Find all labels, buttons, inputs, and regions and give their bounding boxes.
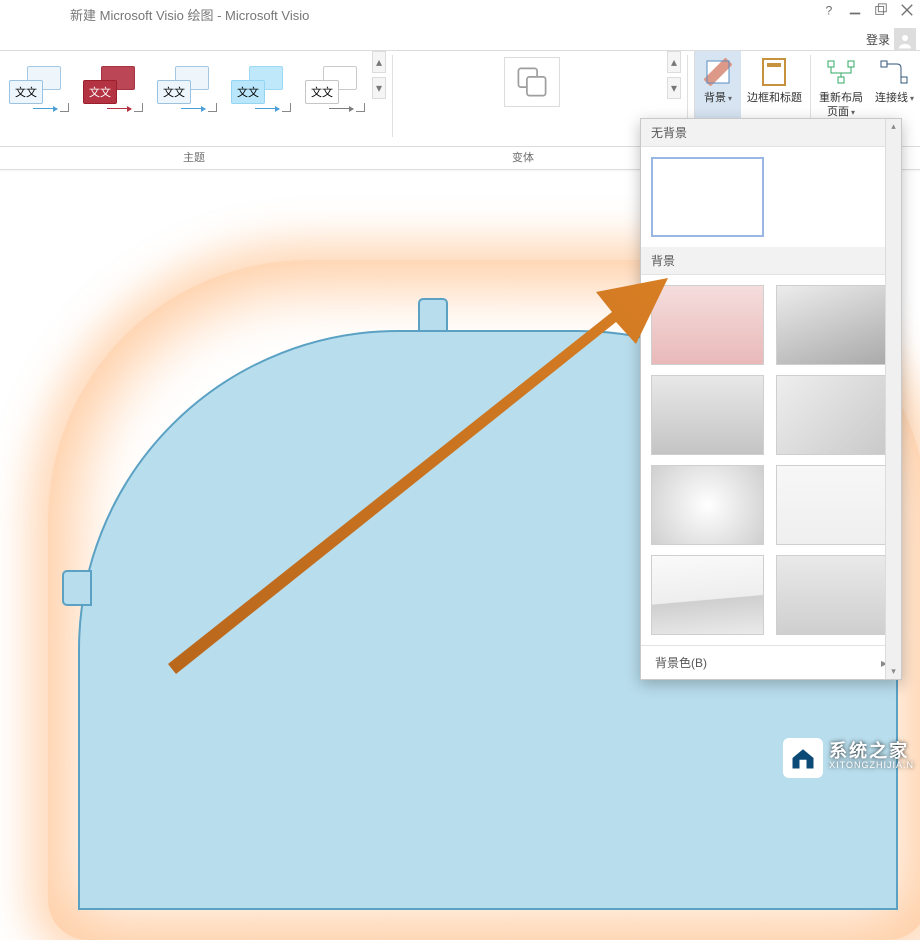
minimize-icon[interactable] bbox=[848, 3, 862, 17]
watermark: 系统之家 XITONGZHIJIA.N bbox=[783, 738, 914, 778]
background-option-5[interactable] bbox=[651, 465, 764, 545]
title-bar: 新建 Microsoft Visio 绘图 - Microsoft Visio … bbox=[0, 0, 920, 28]
help-icon[interactable]: ? bbox=[822, 3, 836, 17]
theme-item-1[interactable]: 文文 bbox=[76, 57, 146, 115]
background-option-2[interactable] bbox=[776, 285, 889, 365]
chevron-up-icon: ▴ bbox=[372, 51, 386, 73]
svg-text:?: ? bbox=[826, 3, 833, 17]
group-label-variants: 变体 bbox=[388, 147, 658, 169]
theme-item-3[interactable]: 文文 bbox=[224, 57, 294, 115]
relayout-icon bbox=[826, 55, 856, 89]
theme-item-0[interactable]: 文文 bbox=[2, 57, 72, 115]
window-title: 新建 Microsoft Visio 绘图 - Microsoft Visio bbox=[70, 5, 309, 24]
chevron-down-icon: ▾ bbox=[667, 77, 681, 99]
background-option-6[interactable] bbox=[776, 465, 889, 545]
background-option-7[interactable] bbox=[651, 555, 764, 635]
group-label-themes: 主题 bbox=[0, 147, 388, 169]
theme-gallery-scroll[interactable]: ▴ ▾ bbox=[372, 51, 386, 99]
chevron-down-icon: ▾ bbox=[372, 77, 386, 99]
avatar-icon bbox=[894, 28, 916, 50]
background-option-8[interactable] bbox=[776, 555, 889, 635]
connectors-icon bbox=[879, 55, 909, 89]
chevron-up-icon: ▴ bbox=[667, 51, 681, 73]
watermark-name: 系统之家 bbox=[829, 744, 914, 758]
theme-item-4[interactable]: 文文 bbox=[298, 57, 368, 115]
panel-scrollbar[interactable]: ▴▾ bbox=[885, 119, 901, 679]
background-option-4[interactable] bbox=[776, 375, 889, 455]
background-color-menu[interactable]: 背景色(B) ▸ bbox=[641, 645, 901, 679]
user-area[interactable]: 登录 bbox=[866, 28, 916, 50]
watermark-url: XITONGZHIJIA.N bbox=[829, 758, 914, 772]
background-option-none[interactable] bbox=[651, 157, 764, 237]
background-dropdown-panel: ▴▾ 无背景 背景 背景色(B) ▸ bbox=[640, 118, 902, 680]
variant-item[interactable] bbox=[504, 57, 560, 107]
variants-gallery[interactable] bbox=[399, 51, 665, 107]
background-color-label: 背景色(B) bbox=[655, 654, 707, 671]
background-option-3[interactable] bbox=[651, 375, 764, 455]
restore-icon[interactable] bbox=[874, 3, 888, 17]
background-thumbnails bbox=[641, 275, 901, 645]
borders-icon bbox=[761, 55, 787, 89]
close-icon[interactable] bbox=[900, 3, 914, 17]
theme-gallery[interactable]: 文文文文文文文文文文 bbox=[0, 53, 370, 117]
background-header: 背景 bbox=[641, 247, 901, 275]
watermark-logo-icon bbox=[783, 738, 823, 778]
window-controls: ? bbox=[822, 3, 914, 17]
background-option-1[interactable] bbox=[651, 285, 764, 365]
background-icon bbox=[704, 55, 732, 89]
variant-gallery-scroll[interactable]: ▴ ▾ bbox=[667, 51, 681, 99]
theme-item-2[interactable]: 文文 bbox=[150, 57, 220, 115]
login-label: 登录 bbox=[866, 31, 890, 48]
no-background-header: 无背景 bbox=[641, 119, 901, 147]
